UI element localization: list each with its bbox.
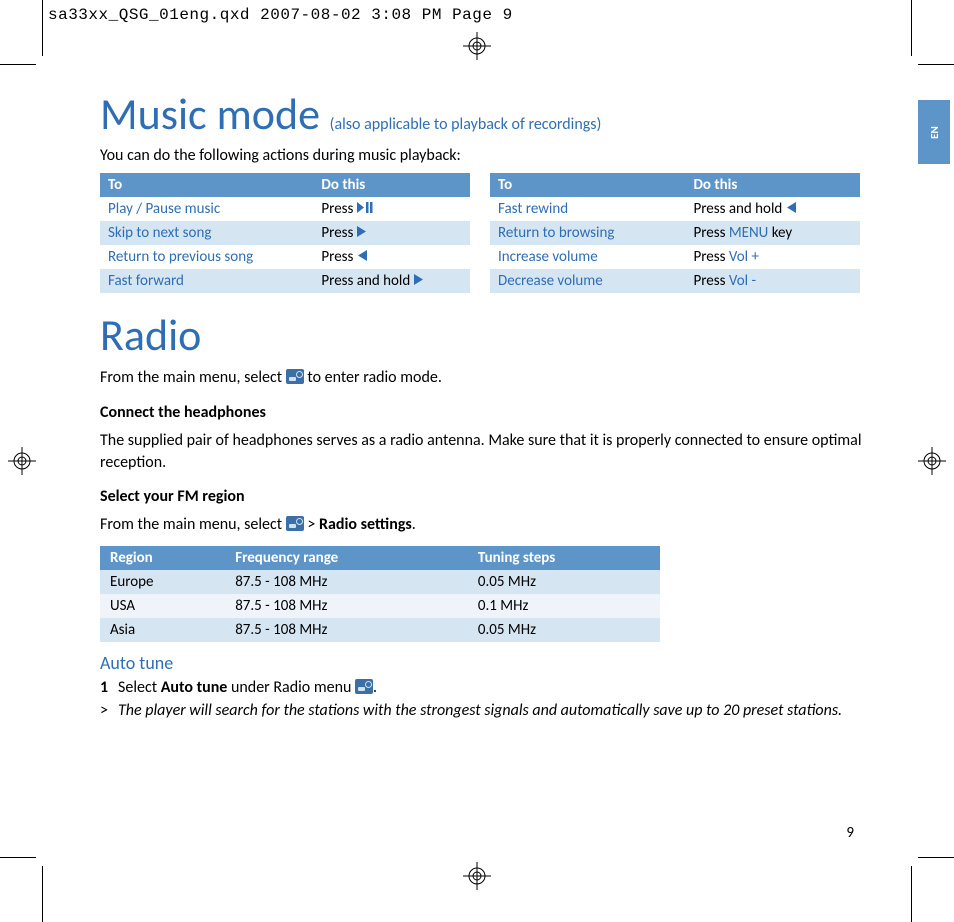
- controls-table-right: ToDo this Fast rewindPress and hold Retu…: [490, 173, 860, 293]
- page-content: EN Music mode (also applicable to playba…: [100, 92, 870, 720]
- do-cell: Press: [313, 221, 470, 245]
- th-do: Do this: [313, 173, 470, 197]
- do-cell: Press: [313, 245, 470, 269]
- table-row: Fast forwardPress and hold: [100, 269, 470, 293]
- table-row: Skip to next songPress: [100, 221, 470, 245]
- table-row: Asia87.5 - 108 MHz0.05 MHz: [100, 618, 660, 642]
- do-cell: Press and hold: [313, 269, 470, 293]
- region-table: Region Frequency range Tuning steps Euro…: [100, 546, 660, 642]
- select-region-head: Select your FM region: [100, 487, 870, 506]
- table-row: USA87.5 - 108 MHz0.1 MHz: [100, 594, 660, 618]
- do-cell: Press Vol -: [685, 269, 860, 293]
- language-tab: EN: [918, 100, 950, 164]
- key-label: MENU: [729, 224, 768, 242]
- cell: 87.5 - 108 MHz: [225, 570, 468, 594]
- th-to: To: [100, 173, 313, 197]
- do-cell: Press and hold: [685, 197, 860, 221]
- do-cell: Press MENU key: [685, 221, 860, 245]
- prev-icon: [786, 200, 796, 217]
- select-region-intro: From the main menu, select > Radio setti…: [100, 514, 870, 536]
- cell: 87.5 - 108 MHz: [225, 618, 468, 642]
- section-music: Music mode (also applicable to playback …: [100, 92, 870, 293]
- cell: USA: [100, 594, 225, 618]
- heading-music-mode: Music mode: [100, 87, 320, 141]
- do-cell: Press: [313, 197, 470, 221]
- radio-icon: [286, 516, 304, 531]
- connect-headphones-head: Connect the headphones: [100, 403, 870, 422]
- page-number: 9: [846, 824, 854, 842]
- action-cell: Play / Pause music: [100, 197, 313, 221]
- cell: Europe: [100, 570, 225, 594]
- action-cell: Return to browsing: [490, 221, 685, 245]
- play-pause-icon: [357, 200, 373, 217]
- action-cell: Skip to next song: [100, 221, 313, 245]
- auto-tune-head: Auto tune: [100, 652, 870, 674]
- print-slug: sa33xx_QSG_01eng.qxd 2007-08-02 3:08 PM …: [48, 6, 513, 24]
- do-cell: Press Vol +: [685, 245, 860, 269]
- table-row: Decrease volumePress Vol -: [490, 269, 860, 293]
- cell: 0.05 MHz: [468, 618, 660, 642]
- th-do: Do this: [685, 173, 860, 197]
- prev-icon: [357, 248, 367, 265]
- radio-icon: [286, 369, 304, 384]
- step-1: 1 Select Auto tune under Radio menu .: [100, 678, 870, 697]
- action-cell: Return to previous song: [100, 245, 313, 269]
- section-radio: Radio From the main menu, select to ente…: [100, 311, 870, 720]
- table-row: Fast rewindPress and hold: [490, 197, 860, 221]
- connect-headphones-body: The supplied pair of headphones serves a…: [100, 430, 870, 473]
- heading-music-subtitle: (also applicable to playback of recordin…: [330, 115, 602, 134]
- th-tuning: Tuning steps: [468, 546, 660, 570]
- action-cell: Decrease volume: [490, 269, 685, 293]
- registration-mark-right: [918, 447, 946, 475]
- music-intro-text: You can do the following actions during …: [100, 146, 870, 165]
- table-row: Europe87.5 - 108 MHz0.05 MHz: [100, 570, 660, 594]
- th-region: Region: [100, 546, 225, 570]
- step-result: > The player will search for the station…: [100, 701, 870, 720]
- table-row: Return to previous songPress: [100, 245, 470, 269]
- heading-radio: Radio: [100, 311, 870, 359]
- key-label: Vol +: [729, 248, 759, 266]
- radio-intro: From the main menu, select to enter radi…: [100, 367, 870, 389]
- radio-icon: [355, 679, 373, 694]
- table-row: Return to browsingPress MENU key: [490, 221, 860, 245]
- key-label: Vol -: [729, 272, 756, 290]
- registration-mark-bottom: [463, 862, 491, 890]
- next-icon: [414, 272, 424, 289]
- cell: 87.5 - 108 MHz: [225, 594, 468, 618]
- table-row: Play / Pause musicPress: [100, 197, 470, 221]
- table-row: Increase volumePress Vol +: [490, 245, 860, 269]
- cell: 0.05 MHz: [468, 570, 660, 594]
- action-cell: Increase volume: [490, 245, 685, 269]
- registration-mark-left: [8, 447, 36, 475]
- th-frequency: Frequency range: [225, 546, 468, 570]
- registration-mark-top: [463, 32, 491, 60]
- cell: 0.1 MHz: [468, 594, 660, 618]
- cell: Asia: [100, 618, 225, 642]
- th-to: To: [490, 173, 685, 197]
- controls-table-left: ToDo this Play / Pause musicPress Skip t…: [100, 173, 470, 293]
- action-cell: Fast forward: [100, 269, 313, 293]
- next-icon: [357, 224, 367, 241]
- action-cell: Fast rewind: [490, 197, 685, 221]
